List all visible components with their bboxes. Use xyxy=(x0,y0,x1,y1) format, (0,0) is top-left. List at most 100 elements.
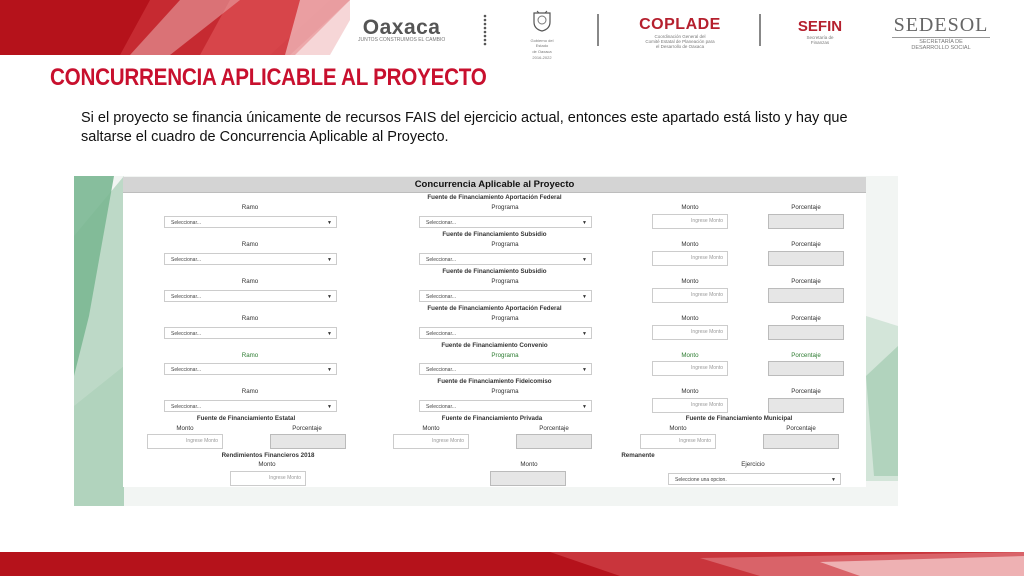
programa-label: Programa xyxy=(491,388,519,395)
porcentaje-label: Porcentaje xyxy=(791,204,821,211)
ejercicio-label: Ejercicio xyxy=(741,461,765,468)
ramo-select[interactable]: Seleccionar... ▼ xyxy=(164,216,337,228)
bottom-banner xyxy=(0,552,1024,576)
porcentaje-field xyxy=(768,214,844,229)
sefin-logo-text: SEFIN xyxy=(797,18,843,35)
ramo-select[interactable]: Seleccionar... ▼ xyxy=(164,400,337,412)
seal-icon xyxy=(533,10,551,32)
gobierno-seal-logo: Gobierno del Estado de Oaxaca 2016-2022 xyxy=(528,10,556,60)
monto-input[interactable]: Ingrese Monto xyxy=(652,398,728,413)
top-banner xyxy=(0,0,350,55)
privada-monto-input[interactable]: Ingrese Monto xyxy=(393,434,469,449)
dropdown-arrow-icon: ▼ xyxy=(327,294,332,300)
programa-select[interactable]: Seleccionar... ▼ xyxy=(419,327,592,339)
rendimientos-label: Rendimientos Financieros 2018 xyxy=(221,452,315,459)
select-value: Seleccionar... xyxy=(426,404,457,410)
programa-label: Programa xyxy=(491,278,519,285)
dropdown-arrow-icon: ▼ xyxy=(582,257,587,263)
programa-select[interactable]: Seleccionar... ▼ xyxy=(419,253,592,265)
monto-label: Monto xyxy=(681,241,699,248)
seal-years: 2016-2022 xyxy=(532,55,552,60)
logo-bar: Oaxaca JUNTOS CONSTRUIMOS EL CAMBIO Gobi… xyxy=(350,0,1024,60)
coplade-logo-text: COPLADE xyxy=(639,16,721,33)
dropdown-arrow-icon: ▼ xyxy=(582,294,587,300)
monto-input[interactable]: Ingrese Monto xyxy=(652,325,728,340)
monto-label: Monto xyxy=(681,278,699,285)
dropdown-arrow-icon: ▼ xyxy=(831,477,836,483)
estatal-label: Fuente de Financiamiento Estatal xyxy=(196,415,296,422)
intro-line-2: saltarse el cuadro de Concurrencia Aplic… xyxy=(81,129,449,145)
monto-input[interactable]: Ingrese Monto xyxy=(652,361,728,376)
dropdown-arrow-icon: ▼ xyxy=(582,404,587,410)
ramo-select[interactable]: Seleccionar... ▼ xyxy=(164,363,337,375)
select-value: Seleccionar... xyxy=(171,331,202,337)
dropdown-arrow-icon: ▼ xyxy=(582,367,587,373)
porcentaje-label: Porcentaje xyxy=(292,425,322,432)
monto-label: Monto xyxy=(176,425,194,432)
ramo-select[interactable]: Seleccionar... ▼ xyxy=(164,327,337,339)
porcentaje-field xyxy=(768,398,844,413)
dropdown-arrow-icon: ▼ xyxy=(327,331,332,337)
monto-label: Monto xyxy=(258,461,276,468)
porcentaje-label: Porcentaje xyxy=(791,278,821,285)
porcentaje-field xyxy=(768,325,844,340)
concurrencia-form: Concurrencia Aplicable al Proyecto Fuent… xyxy=(123,177,866,487)
dropdown-arrow-icon: ▼ xyxy=(582,331,587,337)
monto-input[interactable]: Ingrese Monto xyxy=(652,251,728,266)
rendimientos-monto-input[interactable]: Ingrese Monto xyxy=(230,471,306,486)
ramo-label: Ramo xyxy=(241,278,259,285)
privada-label: Fuente de Financiamiento Privada xyxy=(441,415,543,422)
ramo-select[interactable]: Seleccionar... ▼ xyxy=(164,290,337,302)
ramo-select[interactable]: Seleccionar... ▼ xyxy=(164,253,337,265)
municipal-porcentaje-field xyxy=(763,434,839,449)
sefin-logo: SEFIN Secretaría de Finanzas xyxy=(790,18,850,45)
porcentaje-label: Porcentaje xyxy=(791,388,821,395)
select-value: Seleccionar... xyxy=(171,220,202,226)
estatal-porcentaje-field xyxy=(270,434,346,449)
sedesol-line2: DESARROLLO SOCIAL xyxy=(911,45,971,51)
monto-label: Monto xyxy=(520,461,538,468)
dots-divider xyxy=(483,14,487,46)
porcentaje-label: Porcentaje xyxy=(791,315,821,322)
section-source-label: Fuente de Financiamiento Subsidio xyxy=(442,268,547,275)
municipal-monto-input[interactable]: Ingrese Monto xyxy=(640,434,716,449)
ramo-label: Ramo xyxy=(241,204,259,211)
programa-select[interactable]: Seleccionar... ▼ xyxy=(419,290,592,302)
programa-label: Programa xyxy=(491,241,519,248)
seal-caption-2: de Oaxaca xyxy=(532,49,552,54)
section-source-label: Fuente de Financiamiento Convenio xyxy=(441,342,548,349)
dropdown-arrow-icon: ▼ xyxy=(327,404,332,410)
page-title: CONCURRENCIA APLICABLE AL PROYECTO xyxy=(50,64,487,91)
ramo-label: Ramo xyxy=(241,352,259,359)
select-value: Seleccionar... xyxy=(171,367,202,373)
programa-select[interactable]: Seleccionar... ▼ xyxy=(419,216,592,228)
monto-label: Monto xyxy=(422,425,440,432)
estatal-monto-input[interactable]: Ingrese Monto xyxy=(147,434,223,449)
ramo-label: Ramo xyxy=(241,315,259,322)
monto-input[interactable]: Ingrese Monto xyxy=(652,214,728,229)
monto-label: Monto xyxy=(681,352,699,359)
monto-label: Monto xyxy=(681,315,699,322)
porcentaje-field xyxy=(768,251,844,266)
section-source-label: Fuente de Financiamiento Aportación Fede… xyxy=(427,194,562,201)
porcentaje-label: Porcentaje xyxy=(791,352,821,359)
monto-input[interactable]: Ingrese Monto xyxy=(652,288,728,303)
programa-select[interactable]: Seleccionar... ▼ xyxy=(419,400,592,412)
privada-porcentaje-field xyxy=(516,434,592,449)
remanente-monto-field xyxy=(490,471,566,486)
select-value: Seleccionar... xyxy=(171,294,202,300)
sedesol-logo: SEDESOL SECRETARÍA DE DESARROLLO SOCIAL xyxy=(880,14,1002,51)
coplade-line3: el Desarrollo de Oaxaca xyxy=(655,44,705,49)
logo-divider xyxy=(597,14,599,46)
ramo-label: Ramo xyxy=(241,241,259,248)
dropdown-arrow-icon: ▼ xyxy=(327,220,332,226)
select-value: Seleccionar... xyxy=(426,331,457,337)
ejercicio-select[interactable]: Seleccione una opcion. ▼ xyxy=(668,473,841,485)
porcentaje-label: Porcentaje xyxy=(786,425,816,432)
section-source-label: Fuente de Financiamiento Subsidio xyxy=(442,231,547,238)
programa-select[interactable]: Seleccionar... ▼ xyxy=(419,363,592,375)
municipal-label: Fuente de Financiamiento Municipal xyxy=(685,415,793,422)
select-value: Seleccionar... xyxy=(171,257,202,263)
sefin-line2: Finanzas xyxy=(810,40,830,45)
coplade-logo: COPLADE Coordinación General del Comité … xyxy=(630,16,730,49)
